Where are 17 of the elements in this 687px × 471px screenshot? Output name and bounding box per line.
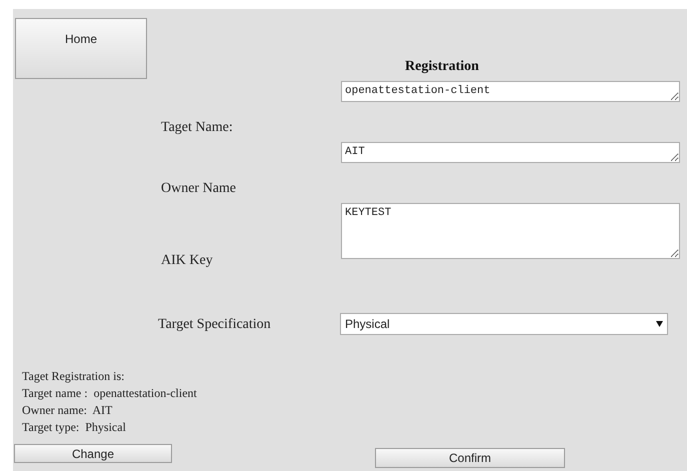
summary-line: Target name : openattestation-client — [22, 385, 198, 402]
summary-line: Owner name: AIT — [22, 402, 114, 419]
summary-line: Taget Registration is: — [22, 368, 126, 385]
caret-icon — [656, 321, 663, 327]
field-label: Taget Name: — [161, 119, 234, 137]
page-title: Registration — [405, 58, 479, 76]
home-button[interactable]: Home — [15, 18, 147, 79]
input-field[interactable]: AIT — [341, 142, 680, 163]
dropdown[interactable]: Physical — [340, 313, 668, 335]
text-area[interactable]: KEYTEST — [341, 203, 680, 259]
field-label: Owner Name — [161, 180, 238, 198]
input-field[interactable]: openattestation-client — [341, 81, 680, 102]
field-label: AIK Key — [161, 252, 214, 270]
confirm-button[interactable]: Confirm — [375, 448, 565, 468]
field-label: Target Specification — [158, 316, 272, 334]
change-button[interactable]: Change — [14, 444, 172, 463]
summary-line: Target type: Physical — [22, 419, 127, 436]
